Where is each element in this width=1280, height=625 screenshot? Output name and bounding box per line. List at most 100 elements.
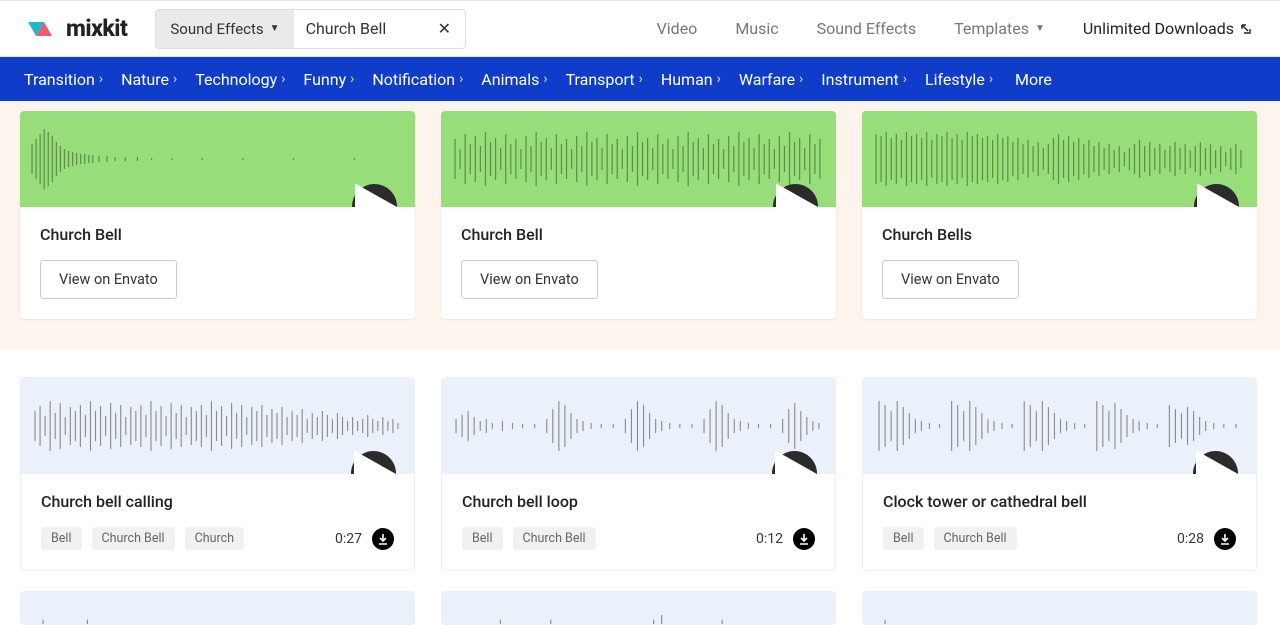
cat-technology[interactable]: Technology›	[195, 70, 285, 89]
waveform[interactable]	[21, 378, 414, 474]
tag[interactable]: Bell	[883, 527, 924, 550]
free-card: Church bell calling Bell Church Bell Chu…	[20, 377, 415, 571]
chevron-right-icon: ›	[459, 71, 463, 87]
card-title[interactable]: Church bell loop	[462, 492, 815, 511]
chevron-right-icon: ›	[799, 71, 803, 87]
free-card: Church bell loop Bell Church Bell 0:12	[441, 377, 836, 571]
category-bar: Transition› Nature› Technology› Funny› N…	[0, 57, 1280, 101]
search-input[interactable]	[294, 19, 424, 38]
logo-icon	[28, 18, 60, 40]
tag[interactable]: Church Bell	[934, 527, 1017, 550]
download-button[interactable]	[1214, 528, 1236, 550]
tag[interactable]: Bell	[41, 527, 82, 550]
free-card-partial	[862, 591, 1257, 625]
download-icon	[1219, 533, 1231, 545]
chevron-right-icon: ›	[639, 71, 643, 87]
duration: 0:12	[756, 531, 783, 547]
waveform[interactable]	[442, 378, 835, 474]
play-button[interactable]	[351, 451, 396, 474]
nav-templates[interactable]: Templates ▼	[954, 19, 1045, 38]
cat-transition[interactable]: Transition›	[24, 70, 103, 89]
waveform-icon	[872, 124, 1247, 194]
chevron-right-icon: ›	[281, 71, 285, 87]
play-icon	[1197, 172, 1239, 208]
nav-unlimited-downloads[interactable]: Unlimited Downloads	[1083, 19, 1252, 38]
logo-text: mixkit	[66, 15, 127, 42]
waveform[interactable]	[21, 592, 414, 624]
free-card: Clock tower or cathedral bell Bell Churc…	[862, 377, 1257, 571]
download-button[interactable]	[372, 528, 394, 550]
chevron-right-icon: ›	[543, 71, 547, 87]
nav-video[interactable]: Video	[657, 19, 698, 38]
play-button[interactable]	[772, 451, 817, 474]
card-title[interactable]: Church Bell	[40, 225, 395, 244]
cat-warfare[interactable]: Warfare›	[739, 70, 803, 89]
play-icon	[775, 439, 817, 475]
tag[interactable]: Church Bell	[513, 527, 596, 550]
play-button[interactable]	[352, 184, 397, 207]
waveform[interactable]	[441, 111, 836, 207]
free-section: Church bell calling Bell Church Bell Chu…	[0, 349, 1280, 591]
caret-down-icon: ▼	[1035, 23, 1045, 34]
logo[interactable]: mixkit	[28, 15, 127, 42]
card-title[interactable]: Church Bell	[461, 225, 816, 244]
card-title[interactable]: Clock tower or cathedral bell	[883, 492, 1236, 511]
waveform-icon	[31, 391, 404, 461]
card-title[interactable]: Church Bells	[882, 225, 1237, 244]
play-icon	[354, 439, 396, 475]
cat-lifestyle[interactable]: Lifestyle›	[925, 70, 993, 89]
view-on-envato-button[interactable]: View on Envato	[461, 260, 598, 299]
waveform-icon	[873, 592, 1246, 624]
nav-sound-effects[interactable]: Sound Effects	[817, 19, 917, 38]
chevron-right-icon: ›	[989, 71, 993, 87]
free-card-partial	[20, 591, 415, 625]
play-button[interactable]	[1193, 451, 1238, 474]
cat-notification[interactable]: Notification›	[372, 70, 463, 89]
cat-nature[interactable]: Nature›	[121, 70, 177, 89]
tag[interactable]: Church	[185, 527, 244, 550]
envato-section: Church Bell View on Envato Church Bell V…	[0, 101, 1280, 349]
envato-card: Church Bell View on Envato	[20, 111, 415, 319]
clear-search-button[interactable]: ✕	[424, 19, 465, 38]
chevron-right-icon: ›	[903, 71, 907, 87]
waveform[interactable]	[20, 111, 415, 207]
chevron-right-icon: ›	[99, 71, 103, 87]
cat-animals[interactable]: Animals›	[481, 70, 547, 89]
tag[interactable]: Church Bell	[92, 527, 175, 550]
waveform-icon	[452, 592, 825, 624]
card-title[interactable]: Church bell calling	[41, 492, 394, 511]
waveform[interactable]	[863, 592, 1256, 624]
play-icon	[1196, 439, 1238, 475]
search-category-label: Sound Effects	[170, 20, 263, 38]
waveform[interactable]	[442, 592, 835, 624]
search-category-dropdown[interactable]: Sound Effects ▼	[156, 10, 293, 48]
view-on-envato-button[interactable]: View on Envato	[40, 260, 177, 299]
play-button[interactable]	[1194, 184, 1239, 207]
waveform[interactable]	[862, 111, 1257, 207]
partial-row	[0, 591, 1280, 625]
caret-down-icon: ▼	[270, 23, 280, 34]
cat-more[interactable]: More	[1015, 70, 1052, 89]
chevron-right-icon: ›	[350, 71, 354, 87]
tag[interactable]: Bell	[462, 527, 503, 550]
external-link-icon	[1240, 23, 1252, 35]
search-bar: Sound Effects ▼ ✕	[155, 9, 466, 49]
nav-music[interactable]: Music	[735, 19, 778, 38]
waveform-icon	[31, 592, 404, 624]
cat-transport[interactable]: Transport›	[566, 70, 643, 89]
play-icon	[776, 172, 818, 208]
envato-card: Church Bell View on Envato	[441, 111, 836, 319]
cat-funny[interactable]: Funny›	[303, 70, 354, 89]
download-button[interactable]	[793, 528, 815, 550]
header: mixkit Sound Effects ▼ ✕ Video Music Sou…	[0, 0, 1280, 57]
play-button[interactable]	[773, 184, 818, 207]
download-icon	[798, 533, 810, 545]
cat-human[interactable]: Human›	[661, 70, 721, 89]
duration: 0:27	[335, 531, 362, 547]
waveform-icon	[30, 124, 405, 194]
waveform-icon	[451, 124, 826, 194]
chevron-right-icon: ›	[717, 71, 721, 87]
view-on-envato-button[interactable]: View on Envato	[882, 260, 1019, 299]
cat-instrument[interactable]: Instrument›	[821, 70, 907, 89]
waveform[interactable]	[863, 378, 1256, 474]
